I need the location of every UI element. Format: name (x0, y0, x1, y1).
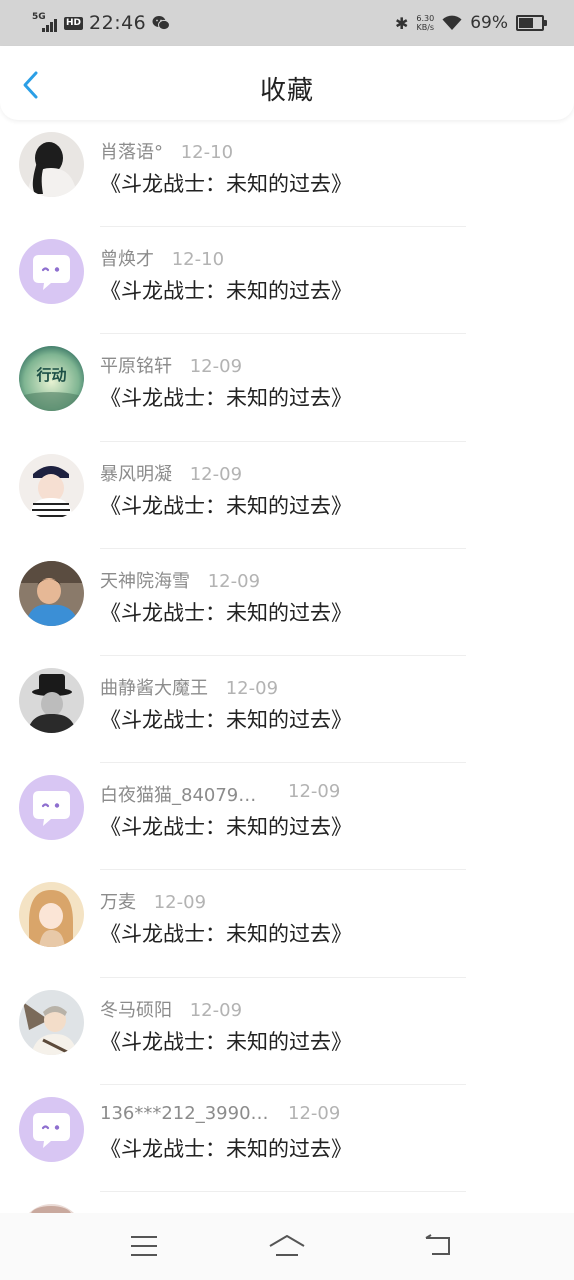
list-item[interactable]: 天神院海雪 12-09 《斗龙战士：未知的过去》 (0, 549, 574, 656)
user-name[interactable]: 平原铭轩 (100, 356, 172, 377)
page-header: 收藏 (0, 46, 574, 120)
item-meta: 136***212_3990… 12-09 (100, 1103, 340, 1124)
item-title[interactable]: 《斗龙战士：未知的过去》 (100, 1133, 352, 1163)
home-button[interactable] (263, 1229, 311, 1263)
item-meta: 暴风明凝 12-09 (100, 460, 242, 486)
home-icon (269, 1235, 305, 1256)
battery-icon (516, 15, 547, 31)
item-date: 12-09 (189, 356, 243, 378)
item-date: 12-09 (288, 781, 341, 803)
avatar[interactable] (19, 132, 84, 197)
item-date: 12-09 (189, 463, 243, 485)
item-title[interactable]: 《斗龙战士：未知的过去》 (100, 1026, 352, 1056)
network-speed: 6.30 KB/s (416, 14, 434, 32)
item-date: 12-10 (171, 249, 225, 271)
list-item[interactable]: 曲静酱大魔王 12-09 《斗龙战士：未知的过去》 (0, 656, 574, 764)
item-title[interactable]: 《斗龙战士：未知的过去》 (100, 918, 352, 948)
avatar[interactable] (19, 667, 84, 733)
status-bar-right: ✱ 6.30 KB/s 69% (394, 10, 547, 36)
item-meta: 天神院海雪 12-09 (100, 567, 260, 593)
avatar-text: 行动 (36, 366, 67, 385)
network-speed-unit: KB/s (416, 23, 435, 32)
item-title[interactable]: 《斗龙战士：未知的过去》 (100, 704, 352, 734)
item-title[interactable]: 《斗龙战士：未知的过去》 (100, 811, 352, 841)
avatar[interactable] (19, 1096, 84, 1162)
item-date: 12-09 (225, 677, 279, 699)
user-name[interactable]: 曲静酱大魔王 (100, 678, 208, 699)
favorites-list: 肖落语° 12-10 《斗龙战士：未知的过去》 曾焕才 12-10 《斗龙战士：… (0, 120, 574, 1213)
default-avatar-icon (19, 239, 84, 305)
avatar[interactable] (19, 882, 84, 948)
list-item-partial[interactable] (0, 1192, 574, 1213)
user-name[interactable]: 暴风明凝 (100, 464, 172, 485)
return-button[interactable] (414, 1229, 462, 1263)
avatar[interactable] (19, 453, 84, 519)
list-item[interactable]: 行动 平原铭轩 12-09 《斗龙战士：未知的过去》 (0, 334, 574, 442)
bluetooth-icon: ✱ (394, 13, 409, 33)
hd-badge: HD (64, 16, 84, 30)
list-item[interactable]: 暴风明凝 12-09 《斗龙战士：未知的过去》 (0, 442, 574, 549)
user-name[interactable]: 冬马硕阳 (100, 1000, 172, 1021)
status-bar: 5G HD 22:46 ✱ 6.30 KB/s 69% (0, 0, 574, 46)
item-title[interactable]: 《斗龙战士：未知的过去》 (100, 168, 352, 198)
item-meta: 肖落语° 12-10 (100, 138, 233, 164)
status-time: 22:46 (89, 12, 147, 34)
item-meta: 曾焕才 12-10 (100, 245, 224, 271)
item-date: 12-09 (153, 892, 207, 914)
item-title[interactable]: 《斗龙战士：未知的过去》 (100, 597, 352, 627)
user-name[interactable]: 万麦 (100, 892, 136, 913)
item-meta: 白夜猫猫_84079… 12-09 (100, 781, 340, 807)
item-date: 12-09 (207, 570, 261, 592)
default-avatar-icon (19, 1096, 84, 1162)
item-date: 12-09 (189, 999, 243, 1021)
user-name[interactable]: 天神院海雪 (100, 571, 190, 592)
list-item[interactable]: 肖落语° 12-10 《斗龙战士：未知的过去》 (0, 120, 574, 228)
return-icon (425, 1234, 450, 1255)
network-speed-value: 6.30 (416, 14, 435, 23)
status-bar-left: 5G HD 22:46 (32, 10, 171, 36)
item-date: 12-10 (180, 142, 234, 163)
system-nav-bar (0, 1213, 574, 1280)
list-item[interactable]: 万麦 12-09 《斗龙战士：未知的过去》 (0, 870, 574, 978)
user-name[interactable]: 肖落语° (100, 142, 163, 163)
item-meta: 万麦 12-09 (100, 888, 206, 914)
page-title: 收藏 (259, 76, 314, 106)
avatar[interactable] (19, 1203, 84, 1213)
user-name[interactable]: 曾焕才 (100, 249, 154, 270)
avatar[interactable] (19, 989, 84, 1055)
menu-icon (131, 1236, 157, 1256)
item-date: 12-09 (288, 1102, 341, 1124)
item-title[interactable]: 《斗龙战士：未知的过去》 (100, 275, 352, 305)
user-name[interactable]: 白夜猫猫_84079… (100, 785, 256, 806)
cellular-signal-icon: 5G (32, 12, 58, 33)
list-item[interactable]: 136***212_3990… 12-09 《斗龙战士：未知的过去》 (0, 1085, 574, 1192)
item-title[interactable]: 《斗龙战士：未知的过去》 (100, 382, 352, 412)
item-meta: 冬马硕阳 12-09 (100, 996, 242, 1022)
default-avatar-icon (19, 775, 84, 841)
avatar[interactable] (19, 775, 84, 841)
avatar[interactable]: 行动 (19, 346, 84, 412)
menu-button[interactable] (120, 1229, 168, 1263)
list-item[interactable]: 白夜猫猫_84079… 12-09 《斗龙战士：未知的过去》 (0, 763, 574, 871)
wifi-icon (442, 15, 462, 30)
item-meta: 曲静酱大魔王 12-09 (100, 674, 278, 700)
avatar[interactable] (19, 560, 84, 626)
item-meta: 平原铭轩 12-09 (100, 352, 242, 378)
user-name[interactable]: 136***212_3990… (100, 1103, 269, 1124)
list-item[interactable]: 曾焕才 12-10 《斗龙战士：未知的过去》 (0, 227, 574, 335)
wechat-icon (152, 16, 171, 31)
battery-percent: 69% (470, 13, 508, 33)
list-item[interactable]: 冬马硕阳 12-09 《斗龙战士：未知的过去》 (0, 978, 574, 1085)
avatar[interactable] (19, 239, 84, 305)
item-title[interactable]: 《斗龙战士：未知的过去》 (100, 490, 352, 520)
